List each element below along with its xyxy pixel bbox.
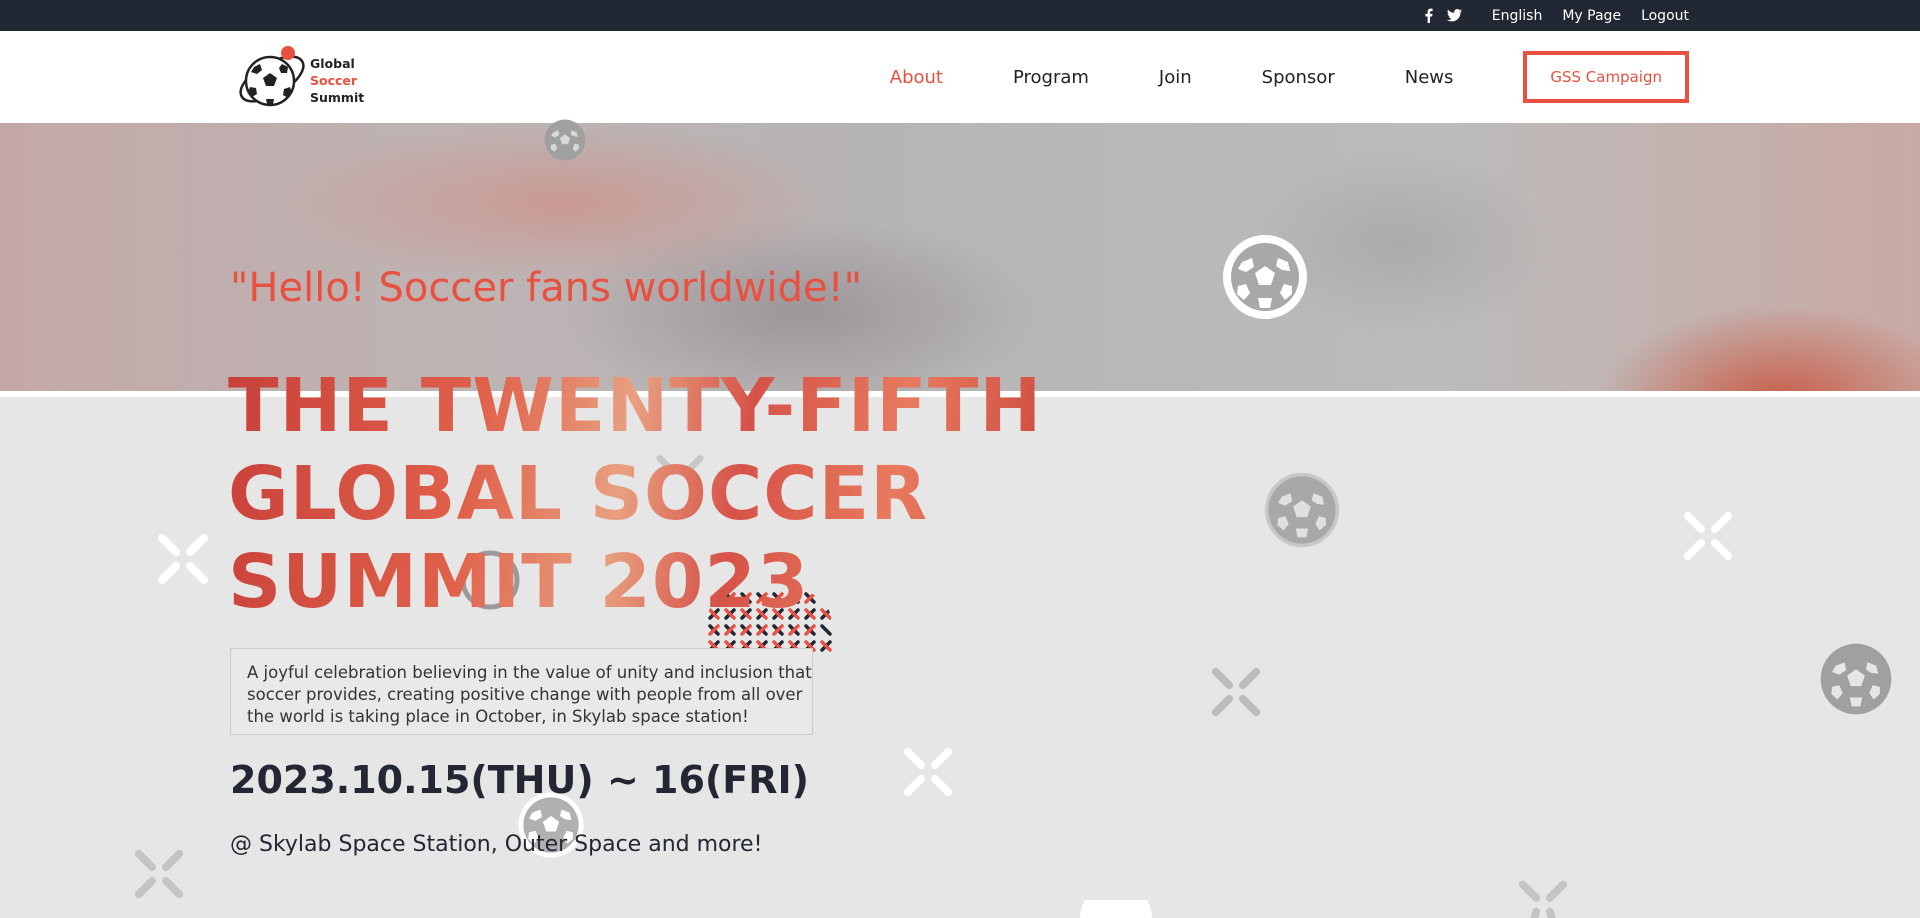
gss-campaign-button[interactable]: GSS Campaign	[1523, 51, 1689, 103]
site-header: Global Soccer Summit About Program Join …	[0, 31, 1920, 123]
headline-line: SUMMIT 2023	[228, 539, 810, 625]
utility-links: English My Page Logout	[1424, 0, 1689, 31]
event-description: A joyful celebration believing in the va…	[230, 648, 813, 735]
cross-decoration-icon	[1211, 667, 1261, 717]
hero-background-image	[0, 123, 1920, 391]
headline-line: THE TWENTY-FIFTH	[228, 363, 1043, 449]
soccer-ball-icon	[1820, 643, 1892, 715]
logo-wordmark: Global Soccer Summit	[310, 55, 364, 106]
soccer-ball-logo-icon	[239, 46, 305, 107]
logo-line-soccer: Soccer	[310, 73, 358, 88]
hero-tagline: "Hello! Soccer fans worldwide!"	[230, 265, 863, 311]
logout-link[interactable]: Logout	[1641, 8, 1689, 24]
main-nav: About Program Join Sponsor News GSS Camp…	[890, 31, 1689, 123]
event-dates: 2023.10.15(THU) ~ 16(FRI)	[230, 758, 809, 802]
facebook-icon[interactable]	[1424, 8, 1433, 23]
hero-headline: THE TWENTY-FIFTH GLOBAL SOCCER SUMMIT 20…	[228, 362, 1042, 626]
cross-decoration-icon	[1683, 511, 1733, 561]
soccer-ball-icon	[1080, 900, 1152, 918]
site-logo[interactable]: Global Soccer Summit	[236, 37, 366, 117]
event-venue: @ Skylab Space Station, Outer Space and …	[230, 832, 763, 857]
language-link[interactable]: English	[1492, 8, 1543, 24]
cross-decoration-icon	[903, 747, 953, 797]
soccer-ball-icon	[1264, 472, 1340, 548]
nav-item-join[interactable]: Join	[1159, 67, 1192, 88]
headline-line: GLOBAL SOCCER	[228, 451, 929, 537]
social-links	[1424, 8, 1462, 23]
nav-item-news[interactable]: News	[1405, 67, 1454, 88]
cross-decoration-icon	[134, 849, 184, 899]
my-page-link[interactable]: My Page	[1562, 8, 1621, 24]
nav-item-sponsor[interactable]: Sponsor	[1262, 67, 1335, 88]
nav-item-about[interactable]: About	[890, 67, 943, 88]
nav-item-program[interactable]: Program	[1013, 67, 1089, 88]
cross-decoration-icon	[1518, 880, 1568, 918]
logo-line-global: Global	[310, 56, 355, 71]
top-utility-bar: English My Page Logout	[0, 0, 1920, 31]
cross-decoration-icon	[158, 534, 208, 584]
logo-line-summit: Summit	[310, 90, 365, 105]
twitter-icon[interactable]	[1446, 9, 1462, 22]
